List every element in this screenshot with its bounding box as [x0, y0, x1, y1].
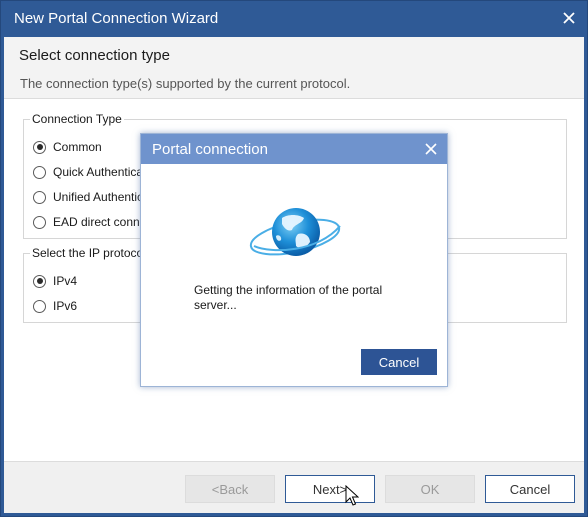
radio-button[interactable] — [33, 165, 46, 179]
dialog-title-bar: Portal connection — [141, 134, 447, 164]
radio-ipv6[interactable]: IPv6 — [33, 298, 77, 314]
radio-label: Common — [53, 140, 102, 154]
radio-common[interactable]: Common — [33, 139, 102, 155]
window-title: New Portal Connection Wizard — [14, 10, 219, 27]
wizard-header: Select connection type The connection ty… — [4, 37, 584, 99]
title-bar: New Portal Connection Wizard — [1, 1, 587, 37]
globe-icon — [249, 208, 341, 256]
dialog-title: Portal connection — [152, 141, 268, 158]
wizard-window: New Portal Connection Wizard Select conn… — [0, 0, 588, 517]
radio-label: IPv4 — [53, 274, 78, 288]
page-title: Select connection type — [19, 47, 170, 64]
radio-button[interactable] — [33, 190, 46, 204]
progress-message: Getting the information of the portal se… — [194, 283, 414, 313]
radio-ipv4[interactable]: IPv4 — [33, 273, 77, 289]
close-icon[interactable] — [561, 10, 577, 26]
radio-button[interactable] — [33, 215, 46, 229]
back-button[interactable]: <Back — [185, 475, 275, 503]
progress-message-line2: server... — [194, 298, 237, 312]
wizard-footer: <Back Next> OK Cancel — [4, 461, 584, 513]
radio-button[interactable] — [33, 140, 46, 154]
ip-protocol-legend: Select the IP protocol — [30, 246, 148, 260]
connection-type-legend: Connection Type — [30, 112, 124, 126]
radio-label: IPv6 — [53, 299, 78, 313]
ok-button[interactable]: OK — [385, 475, 475, 503]
radio-button[interactable] — [33, 299, 46, 313]
progress-message-line1: Getting the information of the portal — [194, 283, 383, 297]
page-subtitle: The connection type(s) supported by the … — [20, 76, 351, 91]
radio-button[interactable] — [33, 274, 46, 288]
next-button[interactable]: Next> — [285, 475, 375, 503]
dialog-cancel-button[interactable]: Cancel — [361, 349, 437, 375]
cancel-button[interactable]: Cancel — [485, 475, 575, 503]
portal-connection-dialog: Portal connection Getting the informatio… — [140, 133, 448, 387]
close-icon[interactable] — [424, 142, 438, 156]
mouse-pointer-icon — [345, 485, 359, 506]
